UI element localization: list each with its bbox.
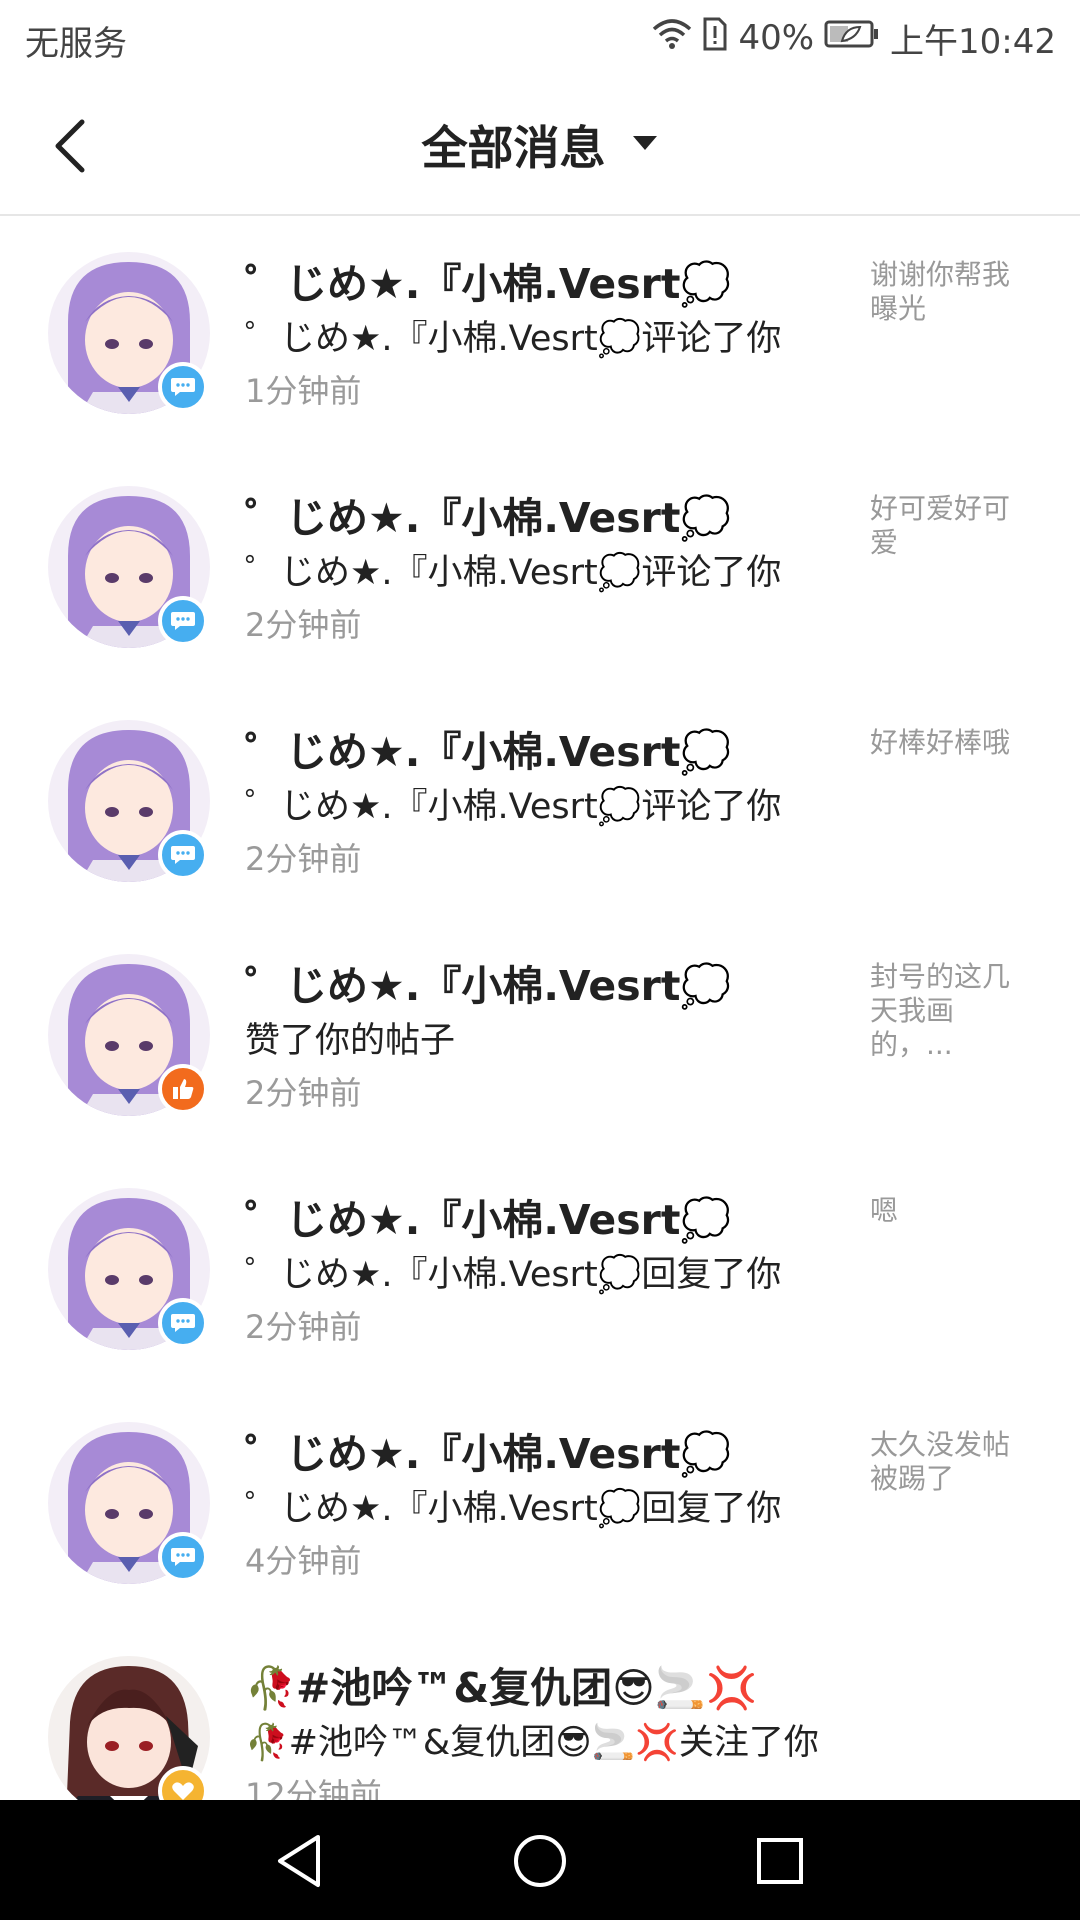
avatar[interactable] — [48, 720, 210, 882]
sender-name: ゜じめ★.『小棉.Vesrt💭 — [245, 1430, 732, 1478]
message-action: ゜じめ★.『小棉.Vesrt💭回复了你 — [245, 1489, 782, 1529]
message-time: 2分钟前 — [245, 606, 362, 644]
message-row[interactable]: ゜じめ★.『小棉.Vesrt💭 ゜じめ★.『小棉.Vesrt💭评论了你 2分钟前… — [0, 450, 1080, 684]
message-time: 2分钟前 — [245, 840, 362, 878]
nav-back-triangle-icon — [278, 1835, 320, 1887]
message-row[interactable]: ゜じめ★.『小棉.Vesrt💭 ゜じめ★.『小棉.Vesrt💭回复了你 4分钟前… — [0, 1386, 1080, 1620]
nav-home-button[interactable] — [505, 1826, 575, 1896]
message-time: 1分钟前 — [245, 372, 362, 410]
sender-name: 🥀#池吟™&复仇团😎🚬💢 — [245, 1664, 757, 1712]
nav-back-button[interactable] — [264, 1826, 334, 1896]
nav-recent-square-icon — [757, 1838, 803, 1884]
sender-name: ゜じめ★.『小棉.Vesrt💭 — [245, 962, 732, 1010]
message-action: ゜じめ★.『小棉.Vesrt💭回复了你 — [245, 1255, 782, 1295]
message-time: 4分钟前 — [245, 1542, 362, 1580]
sender-name: ゜じめ★.『小棉.Vesrt💭 — [245, 260, 732, 308]
nav-home-circle-icon — [514, 1835, 566, 1887]
battery-percent: 40% — [738, 18, 815, 58]
comment-badge — [158, 596, 208, 646]
message-action: ゜じめ★.『小棉.Vesrt💭评论了你 — [245, 787, 782, 827]
avatar[interactable] — [48, 954, 210, 1116]
comment-bubble-icon — [171, 612, 195, 630]
message-action: ゜じめ★.『小棉.Vesrt💭评论了你 — [245, 319, 782, 359]
message-action: 🥀#池吟™&复仇团😎🚬💢关注了你 — [245, 1723, 819, 1763]
message-row[interactable]: ゜じめ★.『小棉.Vesrt💭 ゜じめ★.『小棉.Vesrt💭评论了你 1分钟前… — [0, 216, 1080, 450]
carrier-text: 无服务 — [25, 24, 127, 64]
comment-bubble-icon — [171, 1314, 195, 1332]
sender-name: ゜じめ★.『小棉.Vesrt💭 — [245, 728, 732, 776]
heart-icon — [172, 1782, 194, 1800]
message-time: 2分钟前 — [245, 1308, 362, 1346]
comment-bubble-icon — [171, 1548, 195, 1566]
message-preview: 太久没发帖被踢了 — [870, 1428, 1011, 1495]
nav-recent-button[interactable] — [745, 1826, 815, 1896]
avatar[interactable] — [48, 1188, 210, 1350]
message-row[interactable]: ゜じめ★.『小棉.Vesrt💭 ゜じめ★.『小棉.Vesrt💭回复了你 2分钟前… — [0, 1152, 1080, 1386]
wifi-icon — [652, 17, 692, 60]
message-preview: 嗯 — [870, 1194, 899, 1227]
system-nav-bar — [0, 1800, 1080, 1920]
thumbs-up-icon — [173, 1079, 194, 1099]
clock-text: 上午10:42 — [890, 21, 1056, 62]
sender-name: ゜じめ★.『小棉.Vesrt💭 — [245, 494, 732, 542]
message-action: 赞了你的帖子 — [245, 1021, 456, 1061]
avatar[interactable] — [48, 486, 210, 648]
like-badge — [158, 1064, 208, 1114]
comment-badge — [158, 1298, 208, 1348]
message-preview: 好棒好棒哦 — [870, 726, 1011, 759]
title-dropdown[interactable]: 全部消息 — [0, 112, 1080, 178]
status-bar: 无服务 40% 上午10:42 — [0, 0, 1080, 76]
message-preview: 好可爱好可爱 — [870, 492, 1011, 559]
sim-alert-icon — [702, 16, 728, 61]
top-header: 全部消息 — [0, 76, 1080, 216]
message-preview: 谢谢你帮我曝光 — [870, 258, 1011, 325]
caret-down-icon — [631, 134, 659, 156]
message-row[interactable]: ゜じめ★.『小棉.Vesrt💭 赞了你的帖子 2分钟前 封号的这几天我画的，..… — [0, 918, 1080, 1152]
comment-badge — [158, 830, 208, 880]
message-time: 2分钟前 — [245, 1074, 362, 1112]
avatar[interactable] — [48, 252, 210, 414]
battery-icon — [824, 18, 880, 58]
sender-name: ゜じめ★.『小棉.Vesrt💭 — [245, 1196, 732, 1244]
avatar[interactable] — [48, 1422, 210, 1584]
comment-bubble-icon — [171, 846, 195, 864]
message-action: ゜じめ★.『小棉.Vesrt💭评论了你 — [245, 553, 782, 593]
message-row[interactable]: ゜じめ★.『小棉.Vesrt💭 ゜じめ★.『小棉.Vesrt💭评论了你 2分钟前… — [0, 684, 1080, 918]
comment-bubble-icon — [171, 378, 195, 396]
message-list: ゜じめ★.『小棉.Vesrt💭 ゜じめ★.『小棉.Vesrt💭评论了你 1分钟前… — [0, 216, 1080, 1854]
avatar[interactable] — [48, 1656, 210, 1818]
comment-badge — [158, 362, 208, 412]
page-title: 全部消息 — [421, 121, 606, 175]
message-preview: 封号的这几天我画的，... — [870, 960, 1011, 1061]
status-icons: 40% 上午10:42 — [652, 16, 1056, 62]
comment-badge — [158, 1532, 208, 1582]
